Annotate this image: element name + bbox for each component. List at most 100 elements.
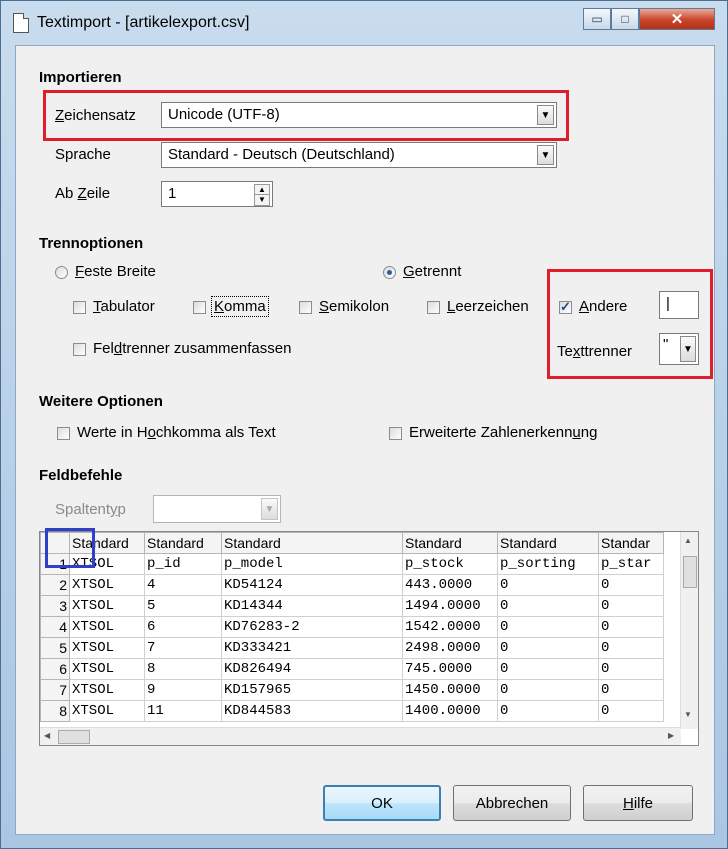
merge-delimiters-label[interactable]: Feldtrenner zusammenfassen xyxy=(93,340,291,357)
table-cell[interactable]: 5 xyxy=(144,595,222,617)
table-cell[interactable]: p_sorting xyxy=(497,553,599,575)
row-number[interactable]: 8 xyxy=(40,700,70,722)
column-header[interactable]: Standard xyxy=(221,532,403,554)
table-cell[interactable]: p_star xyxy=(598,553,664,575)
table-cell[interactable]: p_stock xyxy=(402,553,498,575)
table-cell[interactable]: XTSOL xyxy=(69,595,145,617)
comma-label[interactable]: Komma xyxy=(211,296,269,317)
chevron-down-icon[interactable]: ▼ xyxy=(680,336,696,362)
table-row[interactable]: 1 XTSOL p_id p_model p_stock p_sorting p_star xyxy=(40,553,664,575)
table-cell[interactable]: 1400.0000 xyxy=(402,700,498,722)
column-header[interactable]: Standar xyxy=(598,532,664,554)
help-button[interactable]: Hilfe xyxy=(583,785,693,821)
row-number[interactable]: 3 xyxy=(40,595,70,617)
column-header[interactable]: Standard xyxy=(497,532,599,554)
table-cell[interactable]: 0 xyxy=(497,658,599,680)
table-cell[interactable]: 0 xyxy=(598,616,664,638)
table-cell[interactable]: 0 xyxy=(598,595,664,617)
detect-numbers-checkbox[interactable] xyxy=(389,427,402,440)
row-number[interactable]: 2 xyxy=(40,574,70,596)
table-row[interactable]: 5 XTSOL 7 KD333421 2498.0000 0 0 xyxy=(40,637,664,659)
table-cell[interactable]: 11 xyxy=(144,700,222,722)
table-cell[interactable]: 9 xyxy=(144,679,222,701)
text-delimiter-select[interactable]: " ▼ xyxy=(659,333,699,365)
fixed-width-label[interactable]: Feste Breite xyxy=(75,263,156,280)
fixed-width-radio[interactable] xyxy=(55,266,68,279)
table-row[interactable]: 8 XTSOL 11 KD844583 1400.0000 0 0 xyxy=(40,700,664,722)
table-cell[interactable]: 0 xyxy=(598,574,664,596)
merge-delimiters-checkbox[interactable] xyxy=(73,343,86,356)
table-row[interactable]: 7 XTSOL 9 KD157965 1450.0000 0 0 xyxy=(40,679,664,701)
spin-down-icon[interactable]: ▼ xyxy=(254,194,270,206)
table-cell[interactable]: 0 xyxy=(598,637,664,659)
table-cell[interactable]: XTSOL xyxy=(69,679,145,701)
preview-grid[interactable]: Standard Standard Standard Standard Stan… xyxy=(39,531,699,746)
table-cell[interactable]: XTSOL xyxy=(69,616,145,638)
column-header[interactable]: Standard xyxy=(144,532,222,554)
table-cell[interactable]: 0 xyxy=(598,700,664,722)
scroll-up-icon[interactable]: ▲ xyxy=(684,536,692,545)
table-cell[interactable]: 0 xyxy=(497,679,599,701)
separated-radio[interactable] xyxy=(383,266,396,279)
cancel-button[interactable]: Abbrechen xyxy=(453,785,571,821)
tab-checkbox[interactable] xyxy=(73,301,86,314)
table-cell[interactable]: 1542.0000 xyxy=(402,616,498,638)
table-cell[interactable]: KD54124 xyxy=(221,574,403,596)
title-bar[interactable]: Textimport - [artikelexport.csv] ▭ □ ✕ xyxy=(1,1,728,45)
from-row-spinner[interactable]: 1 ▲ ▼ xyxy=(161,181,273,207)
separated-label[interactable]: Getrennt xyxy=(403,263,461,280)
quoted-as-text-checkbox[interactable] xyxy=(57,427,70,440)
scroll-right-icon[interactable]: ▶ xyxy=(668,731,674,740)
chevron-down-icon[interactable]: ▼ xyxy=(537,105,554,125)
quoted-as-text-label[interactable]: Werte in Hochkomma als Text xyxy=(77,424,276,441)
semicolon-label[interactable]: Semikolon xyxy=(319,298,389,315)
table-cell[interactable]: 7 xyxy=(144,637,222,659)
table-cell[interactable]: KD76283-2 xyxy=(221,616,403,638)
table-cell[interactable]: XTSOL xyxy=(69,658,145,680)
scroll-down-icon[interactable]: ▼ xyxy=(684,710,692,719)
table-row[interactable]: 2 XTSOL 4 KD54124 443.0000 0 0 xyxy=(40,574,664,596)
space-label[interactable]: Leerzeichen xyxy=(447,298,529,315)
language-select[interactable]: Standard - Deutsch (Deutschland) ▼ xyxy=(161,142,557,168)
table-cell[interactable]: 0 xyxy=(598,658,664,680)
ok-button[interactable]: OK xyxy=(323,785,441,821)
table-cell[interactable]: XTSOL xyxy=(69,637,145,659)
table-cell[interactable]: 443.0000 xyxy=(402,574,498,596)
row-number[interactable]: 6 xyxy=(40,658,70,680)
column-type-select[interactable]: ▼ xyxy=(153,495,281,523)
table-cell[interactable]: 1450.0000 xyxy=(402,679,498,701)
scroll-thumb[interactable] xyxy=(683,556,697,588)
other-label[interactable]: Andere xyxy=(579,298,627,315)
table-cell[interactable]: 0 xyxy=(598,679,664,701)
vertical-scrollbar[interactable]: ▲ ▼ xyxy=(680,532,698,729)
row-number[interactable]: 4 xyxy=(40,616,70,638)
scroll-thumb[interactable] xyxy=(58,730,90,744)
table-cell[interactable]: KD157965 xyxy=(221,679,403,701)
table-cell[interactable]: 0 xyxy=(497,616,599,638)
table-row[interactable]: 4 XTSOL 6 KD76283-2 1542.0000 0 0 xyxy=(40,616,664,638)
table-cell[interactable]: 0 xyxy=(497,637,599,659)
comma-checkbox[interactable] xyxy=(193,301,206,314)
table-cell[interactable]: KD333421 xyxy=(221,637,403,659)
table-cell[interactable]: XTSOL xyxy=(69,700,145,722)
minimize-button[interactable]: ▭ xyxy=(583,8,611,30)
table-cell[interactable]: p_model xyxy=(221,553,403,575)
table-cell[interactable]: 0 xyxy=(497,574,599,596)
table-cell[interactable]: 8 xyxy=(144,658,222,680)
table-cell[interactable]: KD826494 xyxy=(221,658,403,680)
table-cell[interactable]: p_id xyxy=(144,553,222,575)
detect-numbers-label[interactable]: Erweiterte Zahlenerkennung xyxy=(409,424,597,441)
table-cell[interactable]: 0 xyxy=(497,595,599,617)
table-cell[interactable]: 6 xyxy=(144,616,222,638)
column-header[interactable]: Standard xyxy=(402,532,498,554)
table-row[interactable]: 3 XTSOL 5 KD14344 1494.0000 0 0 xyxy=(40,595,664,617)
charset-select[interactable]: Unicode (UTF-8) ▼ xyxy=(161,102,557,128)
table-cell[interactable]: KD844583 xyxy=(221,700,403,722)
close-button[interactable]: ✕ xyxy=(639,8,715,30)
space-checkbox[interactable] xyxy=(427,301,440,314)
table-cell[interactable]: 1494.0000 xyxy=(402,595,498,617)
other-checkbox[interactable]: ✓ xyxy=(559,299,572,314)
tab-label[interactable]: Tabulator xyxy=(93,298,155,315)
table-cell[interactable]: 0 xyxy=(497,700,599,722)
scroll-left-icon[interactable]: ◀ xyxy=(44,731,50,740)
